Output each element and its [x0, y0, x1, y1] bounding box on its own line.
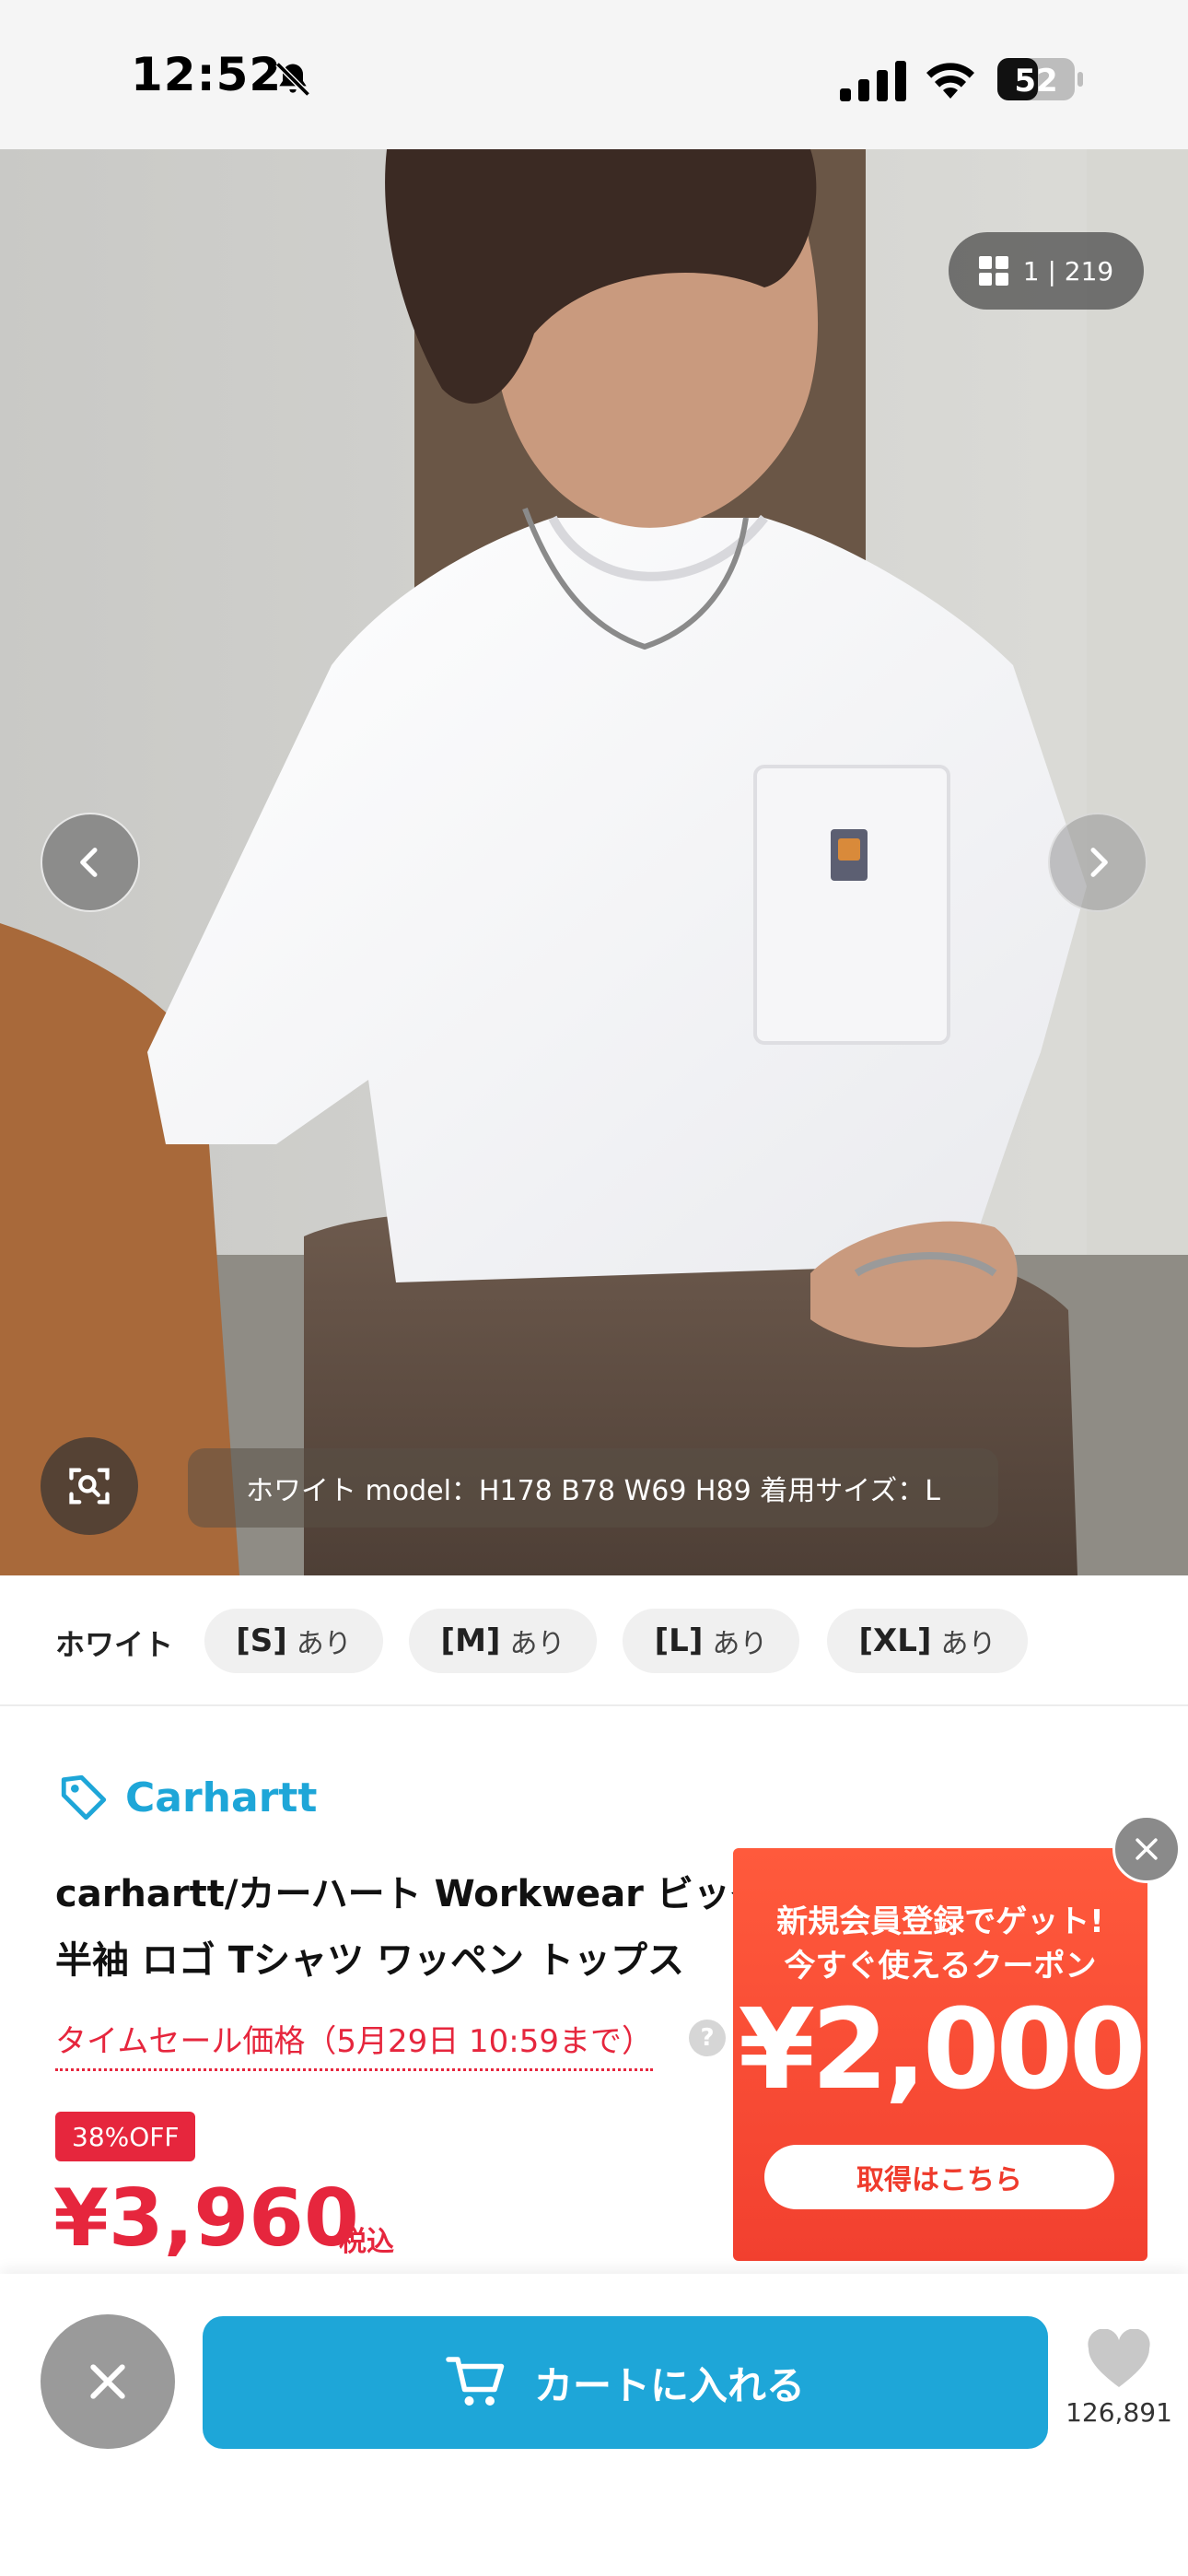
- size-availability: あり: [712, 1628, 768, 1660]
- product-title-line1: carhartt/カーハート Workwear ビッグ: [55, 1873, 755, 1915]
- dismiss-button[interactable]: [41, 2314, 175, 2449]
- size-availability-row: ホワイト [S] あり [M] あり [L] あり [XL] あり: [0, 1575, 1188, 1706]
- size-chip-m[interactable]: [M] あり: [409, 1609, 597, 1673]
- brand-link[interactable]: Carhartt: [57, 1771, 317, 1824]
- heart-icon: [1088, 2329, 1150, 2387]
- status-bar: 12:52 52: [0, 0, 1188, 149]
- battery-level: 52: [1014, 63, 1057, 100]
- size-chip-l[interactable]: [L] あり: [623, 1609, 799, 1673]
- bell-slash-icon: [275, 62, 310, 97]
- size-availability: あり: [940, 1628, 996, 1660]
- favorite-button[interactable]: 126,891: [1059, 2329, 1179, 2428]
- coupon-banner[interactable]: 新規会員登録でゲット! 今すぐ使えるクーポン ¥2,000 取得はこちら: [733, 1848, 1147, 2261]
- size-chip-s[interactable]: [S] あり: [204, 1609, 383, 1673]
- coupon-amount: ¥2,000: [738, 1986, 1146, 2114]
- add-to-cart-label: カートに入れる: [533, 2362, 805, 2408]
- price: ¥3,960: [53, 2172, 359, 2265]
- coupon-subheadline: 今すぐ使えるクーポン: [784, 1948, 1097, 1985]
- coupon-close-button[interactable]: [1112, 1815, 1181, 1883]
- close-icon: [90, 2364, 125, 2399]
- product-title-line2: 半袖 ロゴ Tシャツ ワッペン トップス: [55, 1939, 684, 1982]
- size-chip-xl[interactable]: [XL] あり: [827, 1609, 1028, 1673]
- next-image-button[interactable]: [1048, 813, 1147, 912]
- size-label: [M]: [440, 1622, 501, 1659]
- close-icon: [1136, 1838, 1158, 1860]
- time-sale-label[interactable]: タイムセール価格（5月29日 10:59まで）: [55, 2016, 654, 2071]
- size-label: [S]: [236, 1622, 287, 1659]
- coupon-headline: 新規会員登録でゲット!: [776, 1903, 1104, 1940]
- favorite-count: 126,891: [1066, 2397, 1172, 2428]
- status-time: 12:52: [131, 48, 283, 101]
- image-counter-text: 1 | 219: [1022, 255, 1114, 287]
- visual-search-icon: [69, 1468, 110, 1505]
- add-to-cart-button[interactable]: カートに入れる: [203, 2316, 1048, 2449]
- chevron-right-icon: [1090, 848, 1108, 877]
- battery-icon: 52: [996, 57, 1085, 101]
- help-icon[interactable]: ?: [689, 2020, 726, 2056]
- discount-badge: 38%OFF: [55, 2112, 196, 2161]
- image-caption: ホワイト model：H178 B78 W69 H89 着用サイズ：L: [188, 1448, 998, 1528]
- color-label: ホワイト: [55, 1627, 174, 1662]
- product-photo: [0, 149, 1188, 1575]
- chevron-left-icon: [80, 848, 98, 877]
- product-title: carhartt/カーハート Workwear ビッグ 半袖 ロゴ Tシャツ ワ…: [55, 1861, 755, 1994]
- cart-icon: [446, 2357, 505, 2406]
- tax-label: 税込: [339, 2226, 394, 2258]
- grid-icon: [978, 256, 1008, 286]
- size-label: [L]: [654, 1622, 704, 1659]
- tag-icon: [61, 1774, 107, 1821]
- signal-icon: [840, 61, 906, 101]
- coupon-get-button[interactable]: 取得はこちら: [764, 2145, 1114, 2209]
- visual-search-button[interactable]: [41, 1437, 138, 1535]
- bottom-action-bar: カートに入れる 126,891: [0, 2274, 1188, 2576]
- image-counter[interactable]: 1 | 219: [949, 232, 1144, 310]
- size-availability: あり: [509, 1628, 565, 1660]
- previous-image-button[interactable]: [41, 813, 140, 912]
- size-label: [XL]: [858, 1622, 932, 1659]
- size-availability: あり: [296, 1628, 352, 1660]
- product-image-gallery[interactable]: 1 | 219 ホワイト model：H178 B78 W69 H89 着用サイ…: [0, 149, 1188, 1575]
- brand-name: Carhartt: [125, 1774, 318, 1821]
- wifi-icon: [926, 63, 974, 99]
